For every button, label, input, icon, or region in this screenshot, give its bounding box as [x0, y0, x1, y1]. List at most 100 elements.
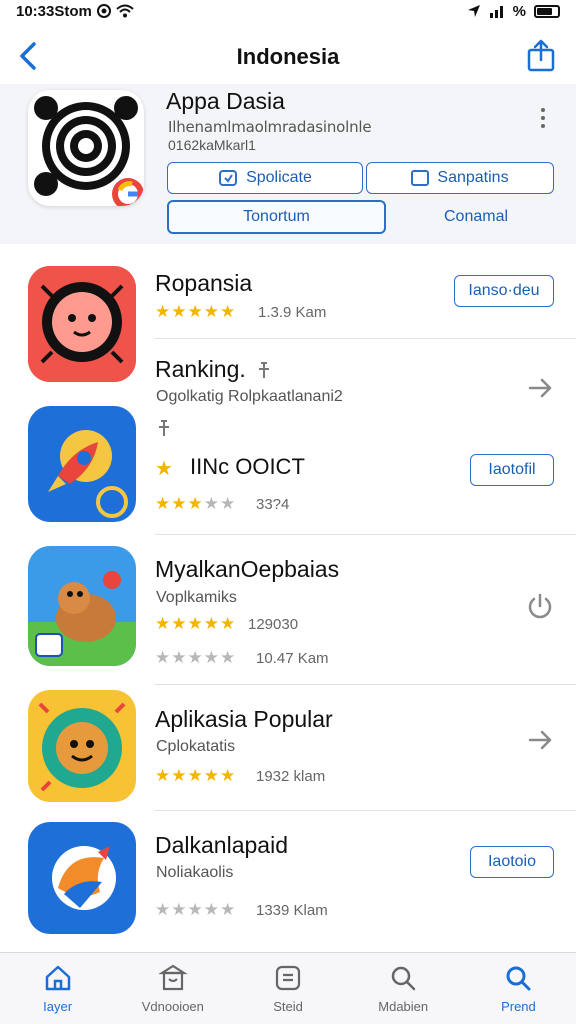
- character-icon: [28, 546, 136, 666]
- location-icon: [467, 5, 480, 17]
- star-icon: ★★★★★: [155, 766, 237, 785]
- document-icon: [275, 965, 301, 991]
- app-subtitle: Cplokatatis: [156, 738, 236, 755]
- camera-lens-icon: [34, 96, 144, 206]
- star-rating: ★★★★★: [155, 900, 236, 920]
- divider: [155, 338, 576, 339]
- list-item[interactable]: Ropansia ★★★★★ 1.3.9 Kam Ianso·deu: [0, 266, 576, 382]
- app-meta: 33?4: [256, 496, 290, 513]
- arrow-right-icon[interactable]: [528, 376, 552, 400]
- divider: [155, 810, 576, 811]
- featured-rating: ★: [155, 456, 174, 481]
- wifi-icon: [116, 4, 134, 18]
- more-dot-icon: [541, 124, 545, 128]
- app-meta: 10.47 Kam: [256, 650, 329, 667]
- search-icon: [506, 966, 531, 991]
- app-name: MyalkanOepbaias: [155, 556, 340, 582]
- divider: [155, 684, 576, 685]
- sanpatins-button[interactable]: Sanpatins: [366, 162, 554, 194]
- power-icon[interactable]: [526, 592, 554, 620]
- featured-app-subtitle-2: 0162kaMkarl1: [168, 137, 256, 153]
- app-meta: 1932 klam: [256, 768, 326, 785]
- page-title: Indonesia: [236, 44, 340, 69]
- list-item[interactable]: MyalkanOepbaias Voplkamiks ★★★★★ 129030 …: [0, 546, 576, 672]
- more-dot-icon: [541, 108, 545, 112]
- tonortum-label: Tonortum: [243, 208, 310, 225]
- star-rating: ★★★★★: [155, 614, 236, 634]
- divider: [155, 534, 576, 535]
- conamal-link[interactable]: Conamal: [398, 200, 554, 234]
- spolicate-label: Spolicate: [246, 169, 312, 186]
- app-special-label: IINc OOICT: [190, 454, 305, 479]
- star-icon: ★: [155, 458, 174, 480]
- status-right: %: [467, 3, 560, 20]
- featured-app-icon[interactable]: [28, 90, 144, 206]
- star-empty-icon: ★★: [203, 494, 237, 513]
- app-icon[interactable]: [28, 546, 136, 666]
- more-options-button[interactable]: [538, 106, 548, 132]
- tab-layer[interactable]: Iayer: [0, 953, 115, 1024]
- pin-icon: [159, 420, 169, 436]
- rocket-icon: [28, 406, 136, 522]
- star-icon: ★★★: [155, 494, 204, 513]
- sanpatins-label: Sanpatins: [437, 169, 509, 186]
- star-rating: ★★★★★: [155, 302, 236, 322]
- tab-bar: Iayer Vdnooioen Steid Mdabien Prend: [0, 952, 576, 1024]
- battery-percent: %: [512, 2, 526, 20]
- app-name: Dalkanlapaid: [155, 832, 288, 858]
- share-icon: [527, 39, 555, 72]
- featured-app-subtitle: Ilhenamlmaolmradasinolnle: [168, 118, 372, 136]
- at-icon: [96, 4, 111, 18]
- tab-label: Vdnooioen: [141, 999, 204, 1014]
- star-icon: ★★★★★: [155, 302, 237, 321]
- app-name: Ranking.: [155, 356, 246, 382]
- store-icon: [158, 964, 188, 991]
- share-button[interactable]: [524, 38, 558, 74]
- bird-icon: [28, 822, 136, 934]
- tab-label: Iayer: [43, 999, 73, 1014]
- install-button[interactable]: Iaotofil: [470, 454, 554, 486]
- app-name: Ropansia: [155, 270, 253, 296]
- list-item[interactable]: Dalkanlapaid Noliakaolis ★★★★★ 1339 Klam…: [0, 822, 576, 938]
- tab-store[interactable]: Vdnooioen: [115, 953, 230, 1024]
- app-subtitle: Noliakaolis: [156, 864, 234, 881]
- list-item[interactable]: Aplikasia Popular Cplokatatis ★★★★★ 1932…: [0, 690, 576, 806]
- star-rating: ★★★★★: [155, 766, 236, 786]
- app-meta-count: 129030: [248, 616, 299, 633]
- list-item[interactable]: Ranking. Ogolkatig Rolpkaatlanani2 ★ IIN…: [0, 350, 576, 530]
- star-empty-icon: ★★★★★: [155, 648, 237, 667]
- signal-icon: [489, 5, 503, 18]
- app-icon[interactable]: [28, 406, 136, 522]
- mascot-icon: [28, 690, 136, 802]
- home-icon: [45, 965, 70, 991]
- more-dot-icon: [541, 116, 545, 120]
- spolicate-button[interactable]: Spolicate: [167, 162, 363, 194]
- star-empty-icon: ★★★★★: [155, 900, 237, 919]
- tab-prend[interactable]: Prend: [461, 953, 576, 1024]
- tab-label: Steid: [273, 999, 303, 1014]
- star-rating: ★★★★★: [155, 648, 236, 668]
- tab-label: Mdabien: [378, 999, 429, 1014]
- app-subtitle: Voplkamiks: [156, 589, 237, 606]
- app-icon[interactable]: [28, 690, 136, 802]
- app-meta: 1.3.9 Kam: [258, 304, 327, 321]
- pin-icon: [259, 362, 269, 378]
- tab-steid[interactable]: Steid: [230, 953, 345, 1024]
- arrow-right-icon[interactable]: [528, 728, 552, 752]
- tonortum-button[interactable]: Tonortum: [167, 200, 386, 234]
- tab-label: Prend: [501, 999, 536, 1014]
- checkbox-icon: [411, 170, 430, 186]
- star-rating: ★★★★★: [155, 494, 236, 514]
- app-subtitle: Ogolkatig Rolpkaatlanani2: [156, 388, 343, 405]
- nav-bar: Indonesia: [0, 30, 576, 84]
- install-button[interactable]: Ianso·deu: [454, 275, 554, 307]
- status-time: 10:33Stom: [16, 2, 92, 20]
- featured-app-card: Appa Dasia Ilhenamlmaolmradasinolnle 016…: [0, 84, 576, 244]
- app-icon[interactable]: [28, 822, 136, 934]
- star-icon: ★★★★★: [155, 614, 237, 633]
- install-button[interactable]: Iaotoio: [470, 846, 554, 878]
- app-name: Aplikasia Popular: [155, 706, 333, 732]
- app-meta: 1339 Klam: [256, 902, 328, 919]
- battery-icon: [534, 4, 560, 18]
- tab-search[interactable]: Mdabien: [346, 953, 461, 1024]
